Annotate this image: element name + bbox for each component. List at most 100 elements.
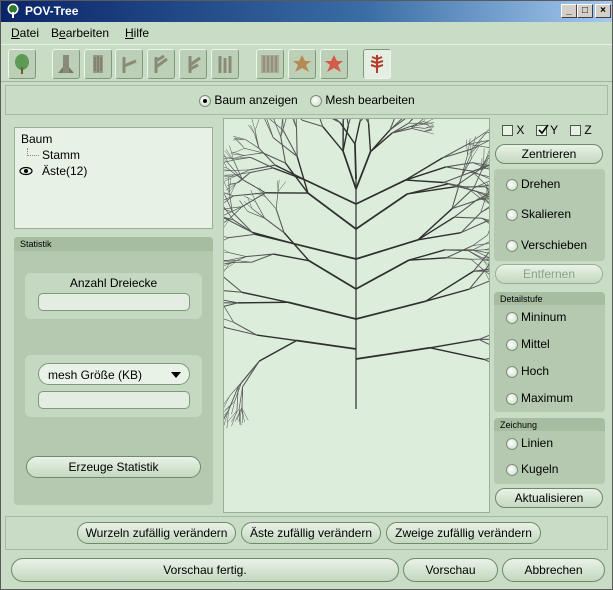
- branch-stroke: [354, 121, 361, 145]
- axis-x-checkbox[interactable]: X: [502, 123, 524, 137]
- branch-stroke: [443, 171, 471, 183]
- axis-y-checkbox[interactable]: Y: [536, 123, 558, 137]
- branch-stroke: [274, 109, 276, 121]
- axis-y-label: Y: [550, 123, 559, 137]
- update-button[interactable]: Aktualisieren: [495, 488, 603, 508]
- trunk-icon: [58, 55, 74, 73]
- tree-view[interactable]: Baum Stamm Äste(12): [14, 127, 213, 229]
- mesh-size-group: mesh Größe (KB): [25, 355, 202, 417]
- maximize-button[interactable]: □: [577, 4, 593, 18]
- detail-max-radio-dot: [506, 392, 518, 405]
- menu-hilfe[interactable]: Hilfe: [125, 26, 149, 40]
- branch-stroke: [487, 222, 493, 236]
- branch-1-tool-button[interactable]: [115, 49, 143, 79]
- detail-high-radio[interactable]: Hoch: [506, 364, 549, 378]
- lines-label: Linien: [521, 436, 554, 450]
- branch-stroke: [280, 136, 287, 164]
- randomize-branches-button[interactable]: Äste zufällig verändern: [241, 522, 381, 544]
- move-radio[interactable]: Verschieben: [506, 238, 587, 252]
- tree-connector: [27, 148, 39, 156]
- branch-stroke: [256, 334, 297, 342]
- tree-node-baum[interactable]: Baum: [21, 132, 52, 146]
- show-tree-radio[interactable]: Baum anzeigen: [199, 93, 298, 107]
- randomize-roots-button[interactable]: Wurzeln zufällig verändern: [77, 522, 236, 544]
- scale-radio[interactable]: Skalieren: [506, 207, 571, 221]
- menu-datei[interactable]: Datei: [11, 26, 39, 40]
- detail-max-radio[interactable]: Maximum: [506, 391, 573, 405]
- branch-stroke: [228, 163, 243, 180]
- randomize-bar: Wurzeln zufällig verändern Äste zufällig…: [5, 516, 608, 550]
- leaf-green-tool-button[interactable]: [288, 49, 316, 79]
- detail-header: Detailstufe: [494, 292, 605, 305]
- menu-bearbeiten[interactable]: Bearbeiten: [51, 26, 109, 40]
- triangles-field: [38, 293, 190, 311]
- branch-stroke: [254, 119, 260, 131]
- spheres-radio[interactable]: Kugeln: [506, 462, 558, 476]
- branch-stroke: [302, 119, 323, 128]
- detail-mid-radio[interactable]: Mittel: [506, 337, 550, 351]
- generate-statistics-button[interactable]: Erzeuge Statistik: [26, 456, 201, 478]
- branch-stroke: [214, 315, 234, 323]
- minimize-button[interactable]: _: [561, 4, 577, 18]
- bark-icon: [93, 55, 103, 73]
- axis-x-check: [502, 125, 513, 137]
- edit-mesh-radio[interactable]: Mesh bearbeiten: [310, 93, 415, 107]
- branch-stroke: [223, 401, 235, 413]
- branch-stroke: [359, 109, 372, 123]
- tree-node-aeste[interactable]: Äste(12): [42, 164, 87, 178]
- cancel-button[interactable]: Abbrechen: [502, 558, 605, 582]
- remove-button[interactable]: Entfernen: [495, 264, 603, 284]
- detail-max-label: Maximum: [521, 391, 574, 405]
- preview-button[interactable]: Vorschau: [403, 558, 498, 582]
- branch-stroke: [446, 245, 474, 259]
- rotate-radio-dot: [506, 178, 518, 191]
- texture-tool-button[interactable]: [256, 49, 284, 79]
- branch-stroke: [469, 276, 500, 290]
- branch-stroke: [233, 321, 257, 336]
- branch-stroke: [238, 301, 289, 304]
- lines-radio[interactable]: Linien: [506, 436, 553, 450]
- eye-icon[interactable]: [19, 166, 33, 176]
- leaf-red-tool-button[interactable]: [320, 49, 348, 79]
- detail-min-radio[interactable]: Mininum: [506, 310, 566, 324]
- tree-icon: [15, 54, 29, 74]
- center-button[interactable]: Zentrieren: [495, 144, 603, 164]
- show-tree-radio-dot: [199, 94, 211, 107]
- branch-stroke: [265, 196, 277, 210]
- branch-3-tool-button[interactable]: [179, 49, 207, 79]
- fern-tool-button[interactable]: [363, 49, 391, 79]
- tree-node-stamm[interactable]: Stamm: [42, 148, 80, 162]
- mesh-size-select[interactable]: mesh Größe (KB): [38, 363, 190, 385]
- title-bar[interactable]: POV-Tree _ □ ×: [1, 1, 612, 22]
- branch-stroke: [409, 121, 424, 127]
- branch-stroke: [342, 150, 357, 190]
- trunk-tool-button[interactable]: [52, 49, 80, 79]
- branch-stroke: [367, 123, 372, 152]
- branch-stroke: [308, 259, 357, 290]
- mode-bar: Baum anzeigen Mesh bearbeiten: [5, 85, 608, 115]
- drawing-section: Zeichung Linien Kugeln: [494, 418, 605, 484]
- detail-high-radio-dot: [506, 365, 518, 378]
- branch-stroke: [210, 233, 230, 238]
- branch-stroke: [227, 256, 247, 261]
- branch-2-tool-button[interactable]: [147, 49, 175, 79]
- tree-tool-button[interactable]: [8, 49, 36, 79]
- randomize-twigs-button[interactable]: Zweige zufällig verändern: [386, 522, 541, 544]
- branch-stroke: [272, 137, 298, 157]
- branch-stroke: [347, 105, 355, 126]
- branch-4-tool-button[interactable]: [211, 49, 239, 79]
- rotate-radio[interactable]: Drehen: [506, 177, 560, 191]
- close-button[interactable]: ×: [595, 4, 611, 18]
- branch-stroke: [405, 157, 443, 181]
- axis-z-checkbox[interactable]: Z: [570, 123, 592, 137]
- detail-high-label: Hoch: [521, 364, 550, 378]
- bark-tool-button[interactable]: [84, 49, 112, 79]
- branch-stroke: [228, 233, 256, 239]
- tree-viewport[interactable]: [155, 71, 576, 513]
- branch-stroke: [470, 145, 472, 159]
- axis-y-check: [536, 124, 549, 137]
- rotate-label: Drehen: [521, 177, 561, 191]
- branch-stroke: [205, 296, 239, 304]
- lines-radio-dot: [506, 437, 518, 450]
- branch-stroke: [285, 107, 288, 121]
